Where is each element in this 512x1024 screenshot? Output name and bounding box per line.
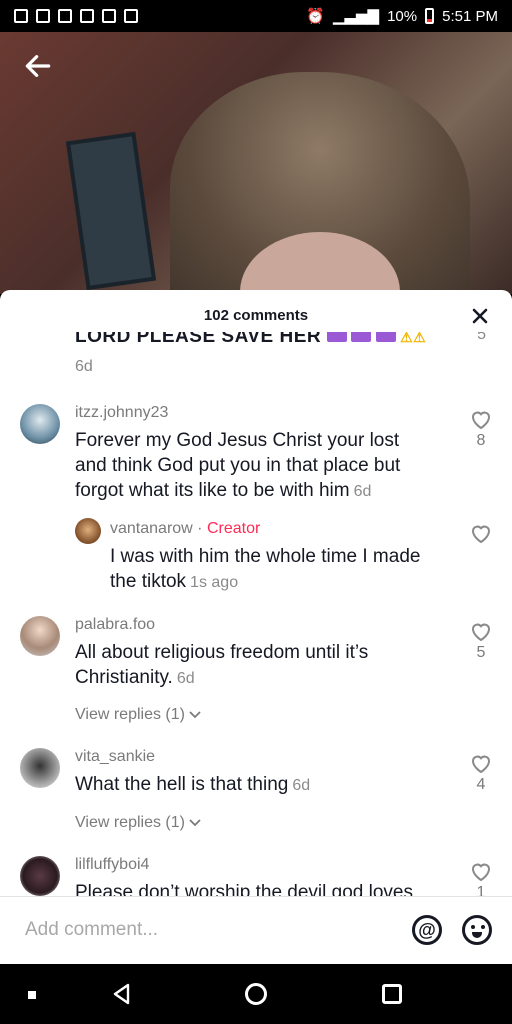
close-button[interactable]	[468, 304, 492, 328]
status-bar: ⏰ ▁▃▅▇ 10% 5:51 PM	[0, 0, 512, 32]
comment-age: 6d	[292, 777, 311, 794]
nav-back-button[interactable]	[110, 982, 134, 1006]
comment-text: All about religious freedom until it’s C…	[75, 642, 369, 688]
like-count: 1	[476, 884, 486, 896]
emoji-button[interactable]	[462, 915, 492, 945]
like-button[interactable]	[469, 522, 493, 544]
notification-icon	[58, 9, 72, 23]
comment-age: 6d	[353, 483, 372, 500]
nav-recents-button[interactable]	[382, 984, 402, 1004]
notification-icon	[80, 9, 94, 23]
arrow-left-icon	[25, 55, 51, 77]
heart-outline-icon	[471, 411, 491, 430]
notification-icon	[14, 9, 28, 23]
signal-icon: ▁▃▅▇	[332, 8, 380, 25]
triangle-back-icon	[113, 983, 130, 1005]
emoji-row: ⚠⚠	[326, 332, 426, 345]
heart-outline-icon	[471, 525, 491, 544]
avatar[interactable]	[20, 748, 60, 788]
comment-age: 1s ago	[190, 574, 239, 591]
like-count: 4	[476, 776, 486, 793]
like-button[interactable]	[469, 620, 493, 642]
like-button[interactable]	[469, 752, 493, 774]
comment-age: 6d	[176, 670, 195, 687]
comment-username[interactable]: vantanarow · Creator	[110, 520, 260, 538]
avatar[interactable]	[20, 616, 60, 656]
like-count: 8	[476, 432, 486, 449]
comment-text: Forever my God Jesus Christ your lost an…	[75, 430, 401, 501]
close-icon	[472, 308, 488, 324]
comment-text: LORD PLEASE SAVE HER ⚠⚠	[75, 332, 426, 348]
video-background-sign	[65, 131, 157, 291]
comment-text: What the hell is that thing 6d	[75, 774, 311, 795]
system-status: ⏰ ▁▃▅▇ 10% 5:51 PM	[306, 7, 498, 26]
separator: ·	[197, 520, 203, 537]
comments-count-title: 102 comments	[203, 307, 309, 324]
nav-home-button[interactable]	[245, 983, 267, 1005]
battery-percent: 10%	[387, 7, 418, 25]
like-count: 5	[476, 644, 486, 661]
comment-input-bar: Add comment... @	[0, 896, 512, 964]
creator-badge: Creator	[206, 520, 261, 537]
notification-icon	[102, 9, 116, 23]
notification-icons	[14, 9, 138, 23]
video-player[interactable]	[0, 32, 512, 294]
comment-username[interactable]: itzz.johnny23	[75, 404, 168, 422]
avatar[interactable]	[75, 518, 101, 544]
heart-outline-icon	[471, 863, 491, 882]
comment-text: Please don’t worship the devil god loves	[75, 882, 413, 896]
avatar[interactable]	[20, 856, 60, 896]
like-button[interactable]	[469, 860, 493, 882]
clock: 5:51 PM	[442, 7, 498, 25]
back-button[interactable]	[22, 50, 54, 82]
nav-menu-button[interactable]	[28, 991, 36, 999]
comment-username[interactable]: vita_sankie	[75, 748, 155, 766]
comments-list[interactable]: LORD PLEASE SAVE HER ⚠⚠ 5 6d itzz.johnny…	[0, 332, 512, 896]
heart-outline-icon	[471, 755, 491, 774]
like-count: 5	[477, 332, 486, 343]
comment-username[interactable]: palabra.foo	[75, 616, 155, 634]
comment-input[interactable]: Add comment...	[25, 919, 158, 941]
heart-outline-icon	[471, 623, 491, 642]
comment-username[interactable]: lilfluffyboi4	[75, 856, 149, 874]
alarm-icon: ⏰	[306, 8, 325, 25]
chevron-down-icon	[189, 819, 202, 827]
chevron-down-icon	[189, 711, 202, 719]
mention-button[interactable]: @	[412, 915, 442, 945]
like-button[interactable]	[469, 408, 493, 430]
comments-sheet: 102 comments LORD PLEASE SAVE HER ⚠⚠ 5 6…	[0, 290, 512, 964]
system-nav-bar	[0, 964, 512, 1024]
comment-age: 6d	[75, 358, 93, 375]
notification-icon	[36, 9, 50, 23]
comment-text: I was with him the whole time I made the…	[110, 546, 421, 592]
view-replies-link[interactable]: View replies (1)	[75, 814, 202, 832]
notification-icon	[124, 9, 138, 23]
battery-icon	[425, 8, 435, 24]
avatar[interactable]	[20, 404, 60, 444]
view-replies-link[interactable]: View replies (1)	[75, 706, 202, 724]
